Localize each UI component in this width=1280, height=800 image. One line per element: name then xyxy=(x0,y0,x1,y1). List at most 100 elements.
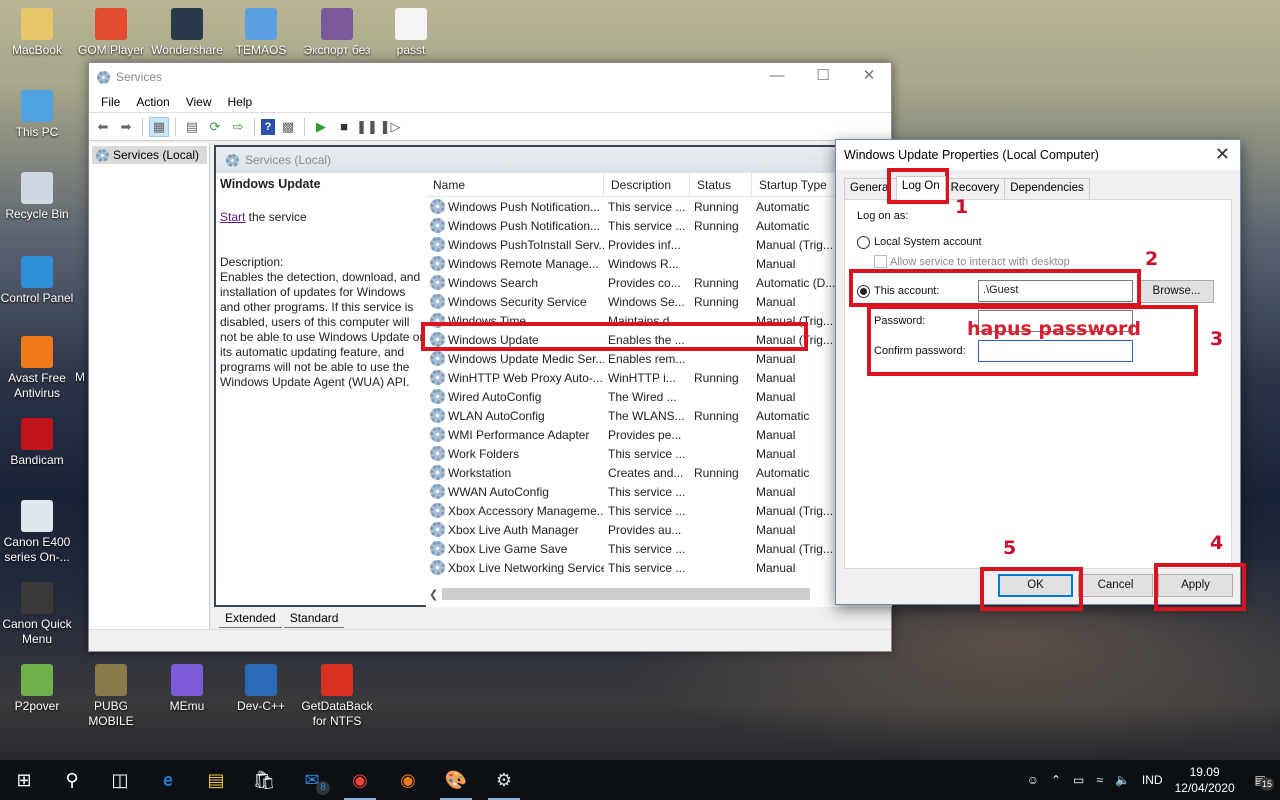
cell-name: Windows Search xyxy=(426,275,604,290)
clock-date: 12/04/2020 xyxy=(1174,781,1235,795)
desktop-icon[interactable]: Avast Free Antivirus xyxy=(0,336,74,401)
desktop-icon[interactable]: MEmu xyxy=(150,664,224,714)
start-service-icon[interactable]: ▶ xyxy=(311,117,331,137)
local-system-radio[interactable] xyxy=(857,236,870,249)
desktop-icon[interactable]: Экспорт без xyxy=(300,8,374,58)
scroll-left-icon[interactable]: ❮ xyxy=(426,588,438,601)
desktop-icon[interactable]: Wondershare xyxy=(150,8,224,58)
cell-name: Xbox Accessory Manageme... xyxy=(426,503,604,518)
edge-icon[interactable]: e xyxy=(144,760,192,800)
table-row[interactable]: WLAN AutoConfig The WLANS... Running Automa… xyxy=(426,406,892,425)
desktop-icon[interactable]: Dev-C++ xyxy=(224,664,298,714)
tab-recovery[interactable]: Recovery xyxy=(944,178,1006,200)
start-icon[interactable]: ⊞ xyxy=(0,760,48,800)
tab-log-on[interactable]: Log On xyxy=(895,176,946,200)
resume-service-icon[interactable]: ❚▷ xyxy=(380,117,401,137)
cancel-button[interactable]: Cancel xyxy=(1078,574,1153,597)
browse-button[interactable]: Browse... xyxy=(1139,280,1214,303)
task-view-icon[interactable]: ◫ xyxy=(96,760,144,800)
desktop-icon[interactable]: MacBook xyxy=(0,8,74,58)
tree-item-services-local[interactable]: Services (Local) xyxy=(92,146,207,164)
dialog-titlebar[interactable]: Windows Update Properties (Local Compute… xyxy=(836,140,1240,170)
wifi-icon[interactable]: ≈ xyxy=(1090,773,1109,787)
scrollbar-thumb[interactable] xyxy=(442,588,810,600)
tab-standard[interactable]: Standard xyxy=(283,609,345,628)
table-row[interactable]: Windows Security Service Windows Se... Run… xyxy=(426,292,892,311)
volume-icon[interactable]: 🔈 xyxy=(1109,773,1136,787)
desktop-icon[interactable]: Canon Quick Menu xyxy=(0,582,74,647)
stop-service-icon[interactable]: ■ xyxy=(334,117,354,137)
menu-view[interactable]: View xyxy=(178,95,220,109)
start-service-link[interactable]: Start xyxy=(220,210,245,224)
table-row[interactable]: WMI Performance Adapter Provides pe... Man… xyxy=(426,425,892,444)
toolbar-separator xyxy=(175,117,176,136)
firefox-icon[interactable]: ◉ xyxy=(384,760,432,800)
menu-file[interactable]: File xyxy=(93,95,128,109)
allow-interact-checkbox[interactable] xyxy=(874,255,887,268)
help-icon[interactable]: ? xyxy=(261,118,275,135)
horizontal-scrollbar[interactable]: ❮ xyxy=(426,587,892,601)
maximize-button[interactable]: ☐ xyxy=(800,63,846,91)
clock[interactable]: 19.09 12/04/2020 xyxy=(1169,764,1241,796)
table-row[interactable]: Windows Search Provides co... Running Autom… xyxy=(426,273,892,292)
desktop-icon[interactable]: passt xyxy=(374,8,448,58)
language-indicator[interactable]: IND xyxy=(1136,773,1169,787)
chrome-icon[interactable]: ◉ xyxy=(336,760,384,800)
close-button[interactable]: ✕ xyxy=(846,63,892,91)
desktop-icon[interactable]: Canon E400 series On-... xyxy=(0,500,74,565)
column-description[interactable]: Description xyxy=(604,173,690,197)
show-hidden-icons[interactable]: ⌃ xyxy=(1045,773,1067,787)
table-row[interactable]: Workstation Creates and... Running Automati… xyxy=(426,463,892,482)
clock-time: 19.09 xyxy=(1189,765,1220,779)
mail-icon[interactable]: ✉ 8 xyxy=(288,760,336,800)
menu-help[interactable]: Help xyxy=(220,95,261,109)
table-row[interactable]: Windows Update Medic Ser... Enables rem..… xyxy=(426,349,892,368)
show-hide-tree-icon[interactable]: ▦ xyxy=(149,116,169,137)
table-row[interactable]: Windows PushToInstall Serv... Provides in… xyxy=(426,235,892,254)
people-icon[interactable]: ☺ xyxy=(1021,773,1045,787)
file-explorer-icon[interactable]: ▤ xyxy=(192,760,240,800)
table-row[interactable]: Xbox Live Game Save This service ... Manua… xyxy=(426,539,892,558)
desktop-icon[interactable]: P2pover xyxy=(0,664,74,714)
action-center-icon[interactable]: ▤15 xyxy=(1241,773,1280,791)
back-icon[interactable]: ⬅ xyxy=(93,117,113,137)
table-row[interactable]: Xbox Accessory Manageme... This service .… xyxy=(426,501,892,520)
table-row[interactable]: Windows Push Notification... This service… xyxy=(426,216,892,235)
search-icon[interactable]: ⚲ xyxy=(48,760,96,800)
forward-icon[interactable]: ➡ xyxy=(116,117,136,137)
table-row[interactable]: Xbox Live Networking Service This service… xyxy=(426,558,892,577)
table-row[interactable]: Wired AutoConfig The Wired ... Manual xyxy=(426,387,892,406)
export-icon[interactable]: ⇨ xyxy=(228,117,248,137)
minimize-button[interactable]: — xyxy=(754,63,800,91)
settings-icon[interactable]: ⚙ xyxy=(480,760,528,800)
column-status[interactable]: Status xyxy=(690,173,752,197)
table-row[interactable]: Xbox Live Auth Manager Provides au... Manu… xyxy=(426,520,892,539)
pause-service-icon[interactable]: ❚❚ xyxy=(356,117,378,137)
table-row[interactable]: Windows Remote Manage... Windows R... Manu… xyxy=(426,254,892,273)
desktop-icon[interactable]: PUBG MOBILE xyxy=(74,664,148,729)
tab-extended[interactable]: Extended xyxy=(219,609,282,628)
service-name: Windows PushToInstall Serv... xyxy=(448,237,604,252)
table-row[interactable]: WinHTTP Web Proxy Auto-... WinHTTP i... Ru… xyxy=(426,368,892,387)
desktop-icon[interactable]: TEMAOS xyxy=(224,8,298,58)
battery-icon[interactable]: ▭ xyxy=(1067,773,1090,787)
start-service-text: the service xyxy=(245,210,307,224)
table-row[interactable]: Work Folders This service ... Manual xyxy=(426,444,892,463)
store-icon[interactable]: 🛍 xyxy=(240,760,288,800)
menu-action[interactable]: Action xyxy=(128,95,177,109)
desktop-icon[interactable]: GetDataBack for NTFS xyxy=(298,664,376,729)
properties-icon[interactable]: ▤ xyxy=(182,117,202,137)
desktop-icon[interactable]: Bandicam xyxy=(0,418,74,468)
paint-icon[interactable]: 🎨 xyxy=(432,760,480,800)
table-row[interactable]: Windows Push Notification... This service… xyxy=(426,197,892,216)
dialog-close-icon[interactable]: ✕ xyxy=(1215,144,1230,165)
desktop-icon[interactable]: GOM Player xyxy=(74,8,148,58)
cell-description: Creates and... xyxy=(608,465,684,480)
console-icon[interactable]: ▩ xyxy=(278,117,298,137)
desktop-icon[interactable]: Control Panel xyxy=(0,256,74,306)
tab-dependencies[interactable]: Dependencies xyxy=(1004,178,1090,200)
desktop-icon[interactable]: Recycle Bin xyxy=(0,172,74,222)
refresh-icon[interactable]: ⟳ xyxy=(205,117,225,137)
desktop-icon[interactable]: This PC xyxy=(0,90,74,140)
table-row[interactable]: WWAN AutoConfig This service ... Manual xyxy=(426,482,892,501)
